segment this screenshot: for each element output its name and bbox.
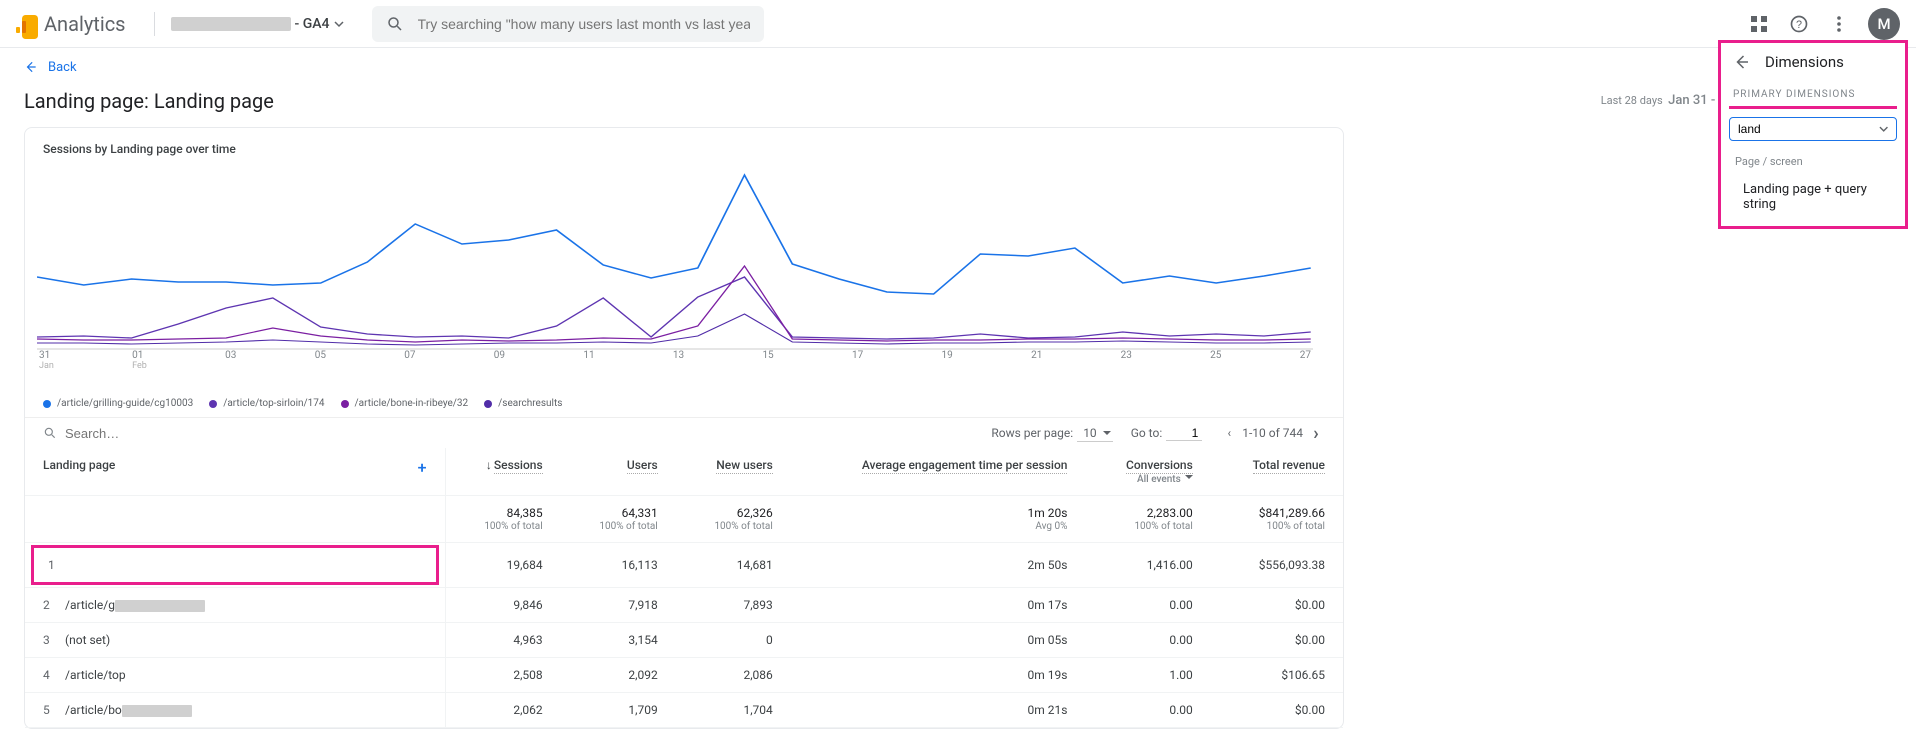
table-row[interactable]: 2/article/g9,8467,9187,8930m 17s0.00$0.0… bbox=[25, 588, 1343, 623]
x-tick: 13 bbox=[673, 350, 684, 371]
report-card: Sessions by Landing page over time 1.5K … bbox=[24, 127, 1344, 729]
title-row: Landing page: Landing page Last 28 days … bbox=[0, 82, 1916, 127]
line-chart: 1.5K 1K 500 0 31Jan 01Feb 03 05 07 09 11 13 15 17… bbox=[25, 170, 1343, 390]
x-tick: 03 bbox=[225, 350, 236, 371]
x-tick: 21 bbox=[1031, 350, 1042, 371]
th-revenue[interactable]: Total revenue bbox=[1211, 448, 1343, 496]
avatar[interactable]: M bbox=[1868, 8, 1900, 40]
more-icon[interactable] bbox=[1828, 13, 1850, 35]
th-avg-engagement[interactable]: Average engagement time per session bbox=[791, 448, 1086, 496]
x-tick: 19 bbox=[942, 350, 953, 371]
x-tick: 23 bbox=[1121, 350, 1132, 371]
dimension-search-input[interactable] bbox=[1738, 122, 1879, 136]
x-tick: 07 bbox=[404, 350, 415, 371]
x-tick: 17 bbox=[852, 350, 863, 371]
x-tick: 27 bbox=[1300, 350, 1311, 371]
x-tick: 11 bbox=[583, 350, 594, 371]
th-users[interactable]: Users bbox=[561, 448, 676, 496]
legend-item[interactable]: /article/top-sirloin/174 bbox=[209, 398, 324, 409]
table-row[interactable]: 3(not set)4,9633,15400m 05s0.00$0.00 bbox=[25, 623, 1343, 658]
page-prev[interactable]: ‹ bbox=[1220, 424, 1238, 442]
analytics-logo bbox=[16, 15, 34, 33]
page-next[interactable]: › bbox=[1307, 424, 1325, 442]
chevron-down-icon bbox=[1879, 124, 1888, 134]
chevron-left-icon: ‹ bbox=[1220, 424, 1238, 442]
x-tick: 15 bbox=[762, 350, 773, 371]
chart-svg: 1.5K 1K 500 0 bbox=[37, 170, 1313, 350]
dimension-option[interactable]: Landing page + query string bbox=[1721, 174, 1905, 220]
dimension-search[interactable] bbox=[1729, 117, 1897, 141]
add-dimension-icon[interactable]: + bbox=[418, 458, 427, 477]
panel-title: Dimensions bbox=[1765, 53, 1844, 71]
th-sessions[interactable]: ↓Sessions bbox=[445, 448, 561, 496]
search-icon bbox=[43, 426, 57, 440]
arrow-left-icon bbox=[24, 60, 38, 74]
data-table: Landing page + ↓Sessions Users New users… bbox=[25, 448, 1343, 728]
th-conversions[interactable]: ConversionsAll events bbox=[1085, 448, 1210, 496]
product-name: Analytics bbox=[44, 12, 126, 36]
legend-item[interactable]: /article/grilling-guide/cg10003 bbox=[43, 398, 193, 409]
highlight-bar bbox=[1729, 106, 1897, 109]
legend-item[interactable]: /searchresults bbox=[484, 398, 562, 409]
table-controls: Rows per page: 10 Go to: ‹ 1-10 of 744 › bbox=[25, 417, 1343, 448]
global-search-input[interactable] bbox=[418, 16, 750, 32]
top-bar: Analytics - GA4 ? M bbox=[0, 0, 1916, 48]
search-icon bbox=[386, 15, 404, 33]
table-row[interactable]: 5/article/bo2,0621,7091,7040m 21s0.00$0.… bbox=[25, 693, 1343, 728]
go-to[interactable]: Go to: bbox=[1131, 426, 1203, 441]
table-row[interactable]: 119,68416,11314,6812m 50s1,416.00$556,09… bbox=[25, 543, 1343, 588]
x-tick: 25 bbox=[1210, 350, 1221, 371]
go-to-input[interactable] bbox=[1166, 426, 1202, 441]
legend-item[interactable]: /article/bone-in-ribeye/32 bbox=[341, 398, 469, 409]
x-tick: 01Feb bbox=[132, 350, 147, 371]
page-title: Landing page: Landing page bbox=[24, 89, 274, 113]
divider bbox=[154, 12, 155, 36]
sort-down-icon: ↓ bbox=[486, 458, 492, 472]
th-dimension[interactable]: Landing page + bbox=[25, 448, 445, 496]
arrow-left-icon[interactable] bbox=[1733, 53, 1751, 71]
x-tick: 31Jan bbox=[39, 350, 54, 371]
page-range: 1-10 of 744 bbox=[1242, 426, 1303, 440]
table-search-input[interactable] bbox=[65, 426, 365, 441]
property-selector[interactable]: - GA4 bbox=[171, 16, 344, 32]
chart-legend: /article/grilling-guide/cg10003/article/… bbox=[25, 390, 1343, 417]
svg-text:?: ? bbox=[1796, 19, 1802, 31]
table-row[interactable]: 4/article/top2,5082,0922,0860m 19s1.00$1… bbox=[25, 658, 1343, 693]
chevron-down-icon bbox=[334, 19, 344, 29]
chart-caption: Sessions by Landing page over time bbox=[43, 142, 1325, 156]
x-tick: 09 bbox=[494, 350, 505, 371]
global-search[interactable] bbox=[372, 6, 764, 42]
summary-row: 84,385100% of total 64,331100% of total … bbox=[25, 496, 1343, 543]
chevron-right-icon: › bbox=[1307, 424, 1325, 442]
x-tick: 05 bbox=[315, 350, 326, 371]
x-axis: 31Jan 01Feb 03 05 07 09 11 13 15 17 19 21 23 25 27 bbox=[37, 350, 1313, 371]
panel-section-label: Primary dimensions bbox=[1721, 81, 1905, 102]
apps-icon[interactable] bbox=[1748, 13, 1770, 35]
dimensions-panel: Dimensions Primary dimensions Page / scr… bbox=[1718, 40, 1908, 229]
redacted-property bbox=[171, 17, 291, 31]
th-new-users[interactable]: New users bbox=[676, 448, 791, 496]
back-link[interactable]: Back bbox=[24, 60, 77, 75]
top-icons: ? M bbox=[1748, 8, 1900, 40]
sub-row: Back bbox=[0, 52, 1916, 82]
help-icon[interactable]: ? bbox=[1788, 13, 1810, 35]
dimension-category: Page / screen bbox=[1721, 149, 1905, 174]
table-search[interactable] bbox=[43, 426, 973, 441]
rows-per-page[interactable]: Rows per page: 10 bbox=[991, 425, 1112, 442]
